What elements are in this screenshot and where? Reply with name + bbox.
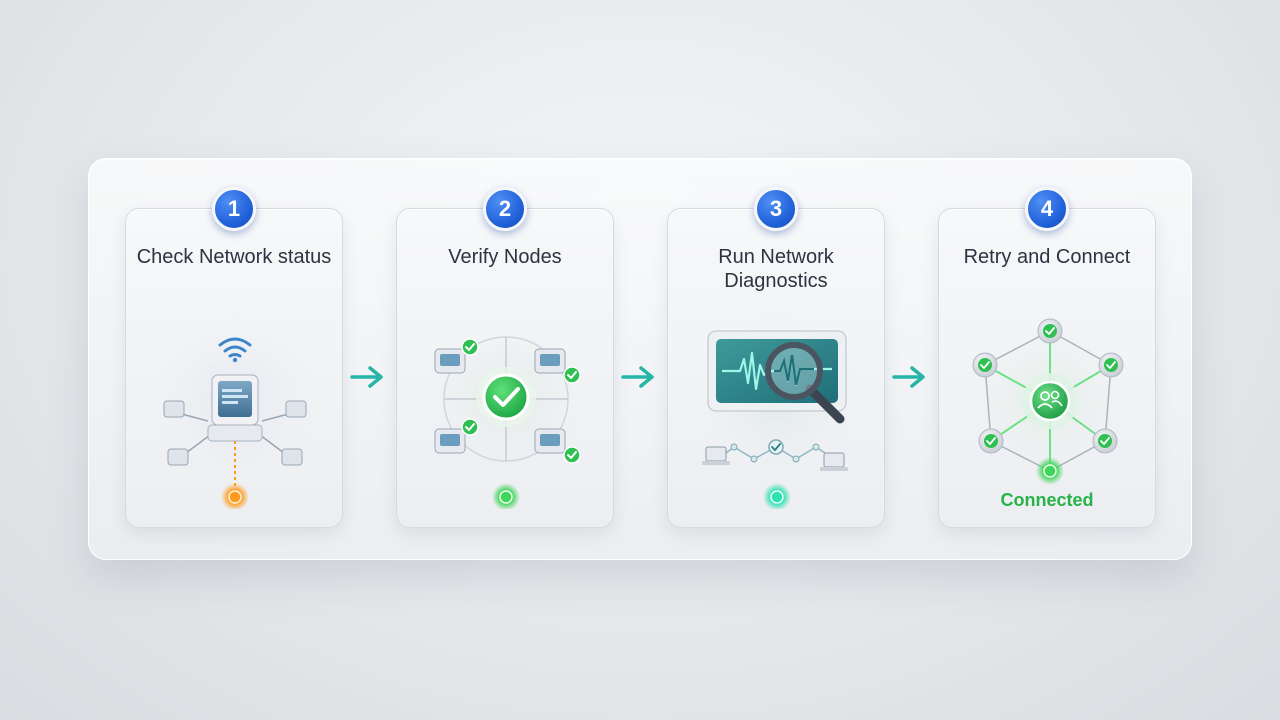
step-card-1: 1 Check Network status bbox=[125, 187, 343, 528]
connected-status-label: Connected bbox=[1000, 490, 1094, 510]
verify-nodes-illustration bbox=[420, 313, 592, 509]
flow-arrow-3 bbox=[892, 366, 925, 388]
flow-arrow-1 bbox=[350, 366, 383, 388]
checkmark-icon bbox=[476, 367, 536, 427]
step-number-badge-2: 2 bbox=[483, 187, 527, 231]
connected-network-illustration bbox=[964, 317, 1132, 485]
computer-monitor-icon bbox=[207, 374, 263, 442]
step-card-3: 3 Run Network Diagnostics bbox=[667, 187, 885, 528]
flow-arrow-2 bbox=[621, 366, 654, 388]
step-title-4: Retry and Connect bbox=[963, 246, 1131, 268]
step-title-1: Check Network status bbox=[136, 246, 332, 268]
step-title-2: Verify Nodes bbox=[448, 246, 562, 268]
step-number-badge-4: 4 bbox=[1025, 187, 1069, 231]
step-number-badge-1: 1 bbox=[212, 187, 256, 231]
step-number-badge-3: 3 bbox=[754, 187, 798, 231]
diagnostics-illustration bbox=[691, 309, 863, 509]
user-group-icon bbox=[1022, 373, 1078, 429]
step-card-2: 2 Verify Nodes bbox=[396, 187, 614, 528]
step-title-3: Run Network Diagnostics bbox=[718, 246, 834, 292]
step-card-4: 4 Retry and Connect Connected bbox=[938, 187, 1156, 528]
network-status-illustration bbox=[147, 311, 323, 509]
